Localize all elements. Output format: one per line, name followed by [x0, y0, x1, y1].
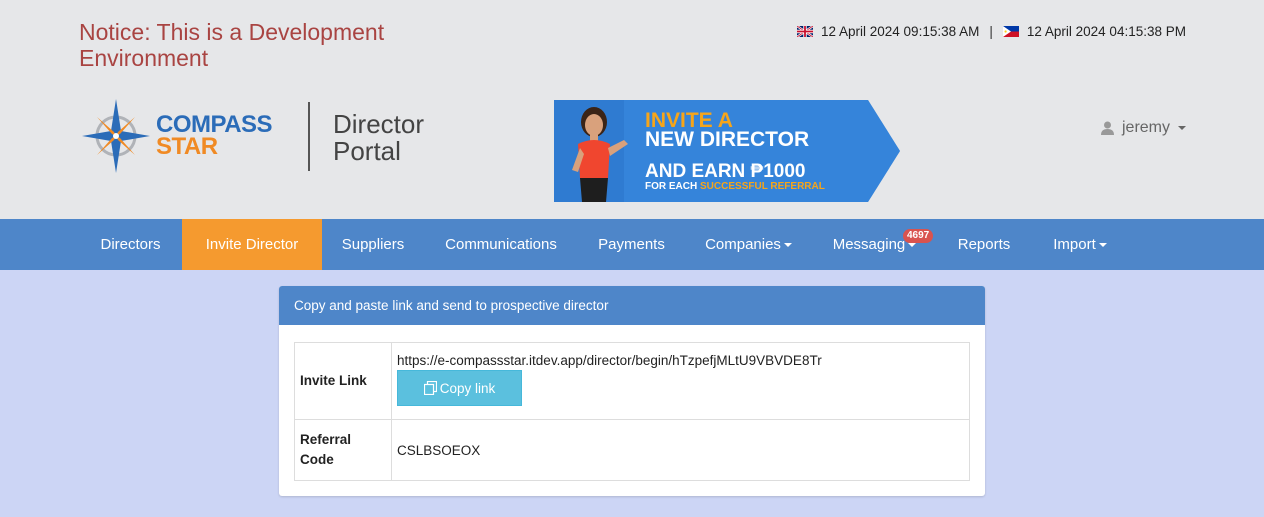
- copy-icon: [423, 381, 437, 395]
- nav-invite-director[interactable]: Invite Director: [182, 219, 322, 270]
- chevron-down-icon: [783, 243, 792, 248]
- invite-link-label: Invite Link: [294, 342, 392, 420]
- nav-import[interactable]: Import: [1031, 219, 1129, 270]
- nav-reports[interactable]: Reports: [937, 219, 1031, 270]
- panel-heading: Copy and paste link and send to prospect…: [279, 286, 985, 325]
- logo-wordmark: COMPASS STAR: [156, 113, 273, 160]
- banner-line4: FOR EACH SUCCESSFUL REFERRAL: [645, 181, 825, 192]
- copy-link-button[interactable]: Copy link: [397, 370, 522, 406]
- referral-code-label: Referral Code: [294, 419, 392, 481]
- chevron-down-icon: [1178, 126, 1186, 130]
- ph-time: 12 April 2024 04:15:38 PM: [1026, 24, 1186, 39]
- invite-details-table: Invite Link https://e-compassstar.itdev.…: [294, 342, 970, 481]
- nav-suppliers[interactable]: Suppliers: [322, 219, 424, 270]
- page-header: Notice: This is a Development Environmen…: [0, 0, 1264, 219]
- invite-link-value[interactable]: https://e-compassstar.itdev.app/director…: [397, 353, 964, 368]
- logo-line2: STAR: [156, 133, 218, 160]
- user-menu[interactable]: jeremy: [1100, 119, 1186, 137]
- ph-flag-icon: [1002, 26, 1019, 37]
- clock-display: 12 April 2024 09:15:38 AM | 12 April 202…: [796, 24, 1186, 39]
- nav-directors[interactable]: Directors: [79, 219, 182, 270]
- banner-line4b: SUCCESSFUL REFERRAL: [700, 181, 825, 192]
- banner-line2: NEW DIRECTOR: [645, 128, 809, 151]
- nav-import-label: Import: [1053, 236, 1096, 253]
- messaging-count-badge: 4697: [903, 229, 934, 243]
- invite-promo-banner[interactable]: INVITE A NEW DIRECTOR AND EARN ₱1000 FOR…: [554, 100, 900, 202]
- invite-link-cell: https://e-compassstar.itdev.app/director…: [391, 342, 970, 420]
- banner-line3: AND EARN ₱1000: [645, 161, 806, 182]
- username: jeremy: [1121, 119, 1170, 136]
- compass-star-logo[interactable]: COMPASS STAR: [80, 97, 273, 175]
- logo-divider: [308, 102, 310, 171]
- copy-link-label: Copy link: [439, 380, 496, 396]
- portal-title-line2: Portal: [333, 136, 401, 166]
- nav-invite-director-label: Invite Director: [205, 236, 299, 253]
- portal-title-line1: Director: [333, 109, 425, 139]
- chevron-down-icon: [908, 243, 917, 248]
- nav-communications-label: Communications: [445, 236, 557, 253]
- nav-companies-label: Companies: [705, 236, 781, 253]
- referral-code-row: Referral Code CSLBSOEOX: [294, 419, 970, 481]
- compass-star-emblem: [82, 99, 150, 173]
- dev-environment-notice: Notice: This is a Development Environmen…: [79, 19, 385, 71]
- uk-flag-icon: [796, 26, 813, 37]
- nav-messaging-label: Messaging: [832, 236, 906, 253]
- invite-link-row: Invite Link https://e-compassstar.itdev.…: [294, 342, 970, 420]
- portal-title: Director Portal: [333, 111, 424, 165]
- nav-reports-label: Reports: [957, 236, 1011, 253]
- main-navbar: Directors Invite Director Suppliers Comm…: [0, 219, 1264, 270]
- clock-separator: |: [989, 24, 993, 39]
- referral-code-value[interactable]: CSLBSOEOX: [391, 419, 970, 481]
- nav-communications[interactable]: Communications: [424, 219, 578, 270]
- uk-time: 12 April 2024 09:15:38 AM: [820, 24, 980, 39]
- user-icon: [1100, 121, 1114, 135]
- nav-payments[interactable]: Payments: [578, 219, 685, 270]
- nav-suppliers-label: Suppliers: [341, 236, 405, 253]
- chevron-down-icon: [1098, 243, 1107, 248]
- banner-line4a: FOR EACH: [645, 181, 697, 192]
- nav-directors-label: Directors: [100, 236, 161, 253]
- nav-messaging[interactable]: Messaging: [812, 219, 937, 270]
- nav-payments-label: Payments: [598, 236, 665, 253]
- invite-panel: Copy and paste link and send to prospect…: [279, 286, 985, 496]
- nav-companies[interactable]: Companies: [685, 219, 812, 270]
